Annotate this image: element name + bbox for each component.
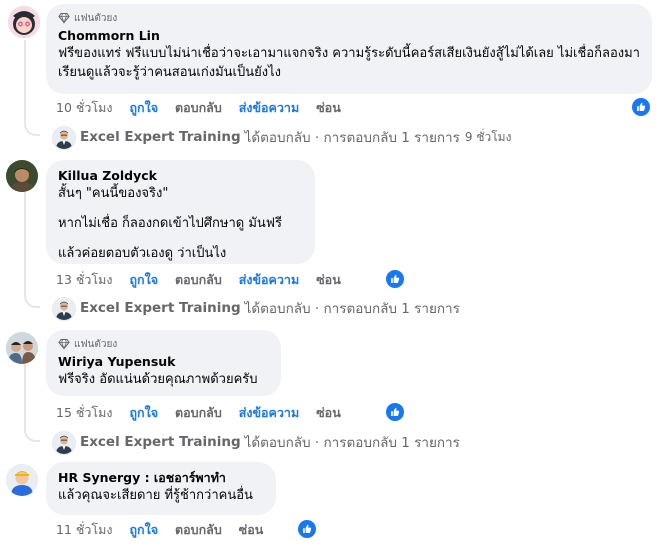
- diamond-icon: [58, 12, 70, 24]
- like-button[interactable]: ถูกใจ: [129, 520, 158, 540]
- comment-actions: 15 ชั่วโมง ถูกใจ ตอบกลับ ส่งข้อความ ซ่อน: [56, 403, 358, 423]
- comment-bubble: แฟนตัวยง Chommorn Lin ฟรีของแทร่ ฟรีแบบไ…: [46, 4, 652, 94]
- badge-label: แฟนตัวยง: [74, 338, 118, 350]
- reply-time: 9 ชั่วโมง: [464, 129, 512, 144]
- comment-author[interactable]: Killua Zoldyck: [58, 167, 303, 184]
- reply-count: ได้ตอบกลับ · การตอบกลับ 1 รายการ: [244, 435, 460, 451]
- view-replies-link[interactable]: Excel Expert Training ได้ตอบกลับ · การตอ…: [80, 431, 460, 453]
- hide-button[interactable]: ซ่อน: [316, 403, 341, 423]
- comment-bubble: Killua Zoldyck สั้นๆ "คนนี้ของจริง" หากไ…: [46, 160, 315, 264]
- thread-curve: [24, 292, 40, 308]
- comment-time[interactable]: 11 ชั่วโมง: [56, 520, 112, 540]
- thread-curve: [24, 426, 40, 442]
- comment-actions: 11 ชั่วโมง ถูกใจ ตอบกลับ ซ่อน: [56, 520, 280, 540]
- page-name: Excel Expert Training: [80, 300, 241, 316]
- comment-author[interactable]: Chommorn Lin: [58, 27, 640, 44]
- comment-paragraph: แล้วค่อยตอบตัวเองดู ว่าเป็นไง: [58, 246, 227, 261]
- reply-button[interactable]: ตอบกลับ: [175, 270, 222, 290]
- comment-text: สั้นๆ "คนนี้ของจริง" หากไม่เชื่อ ก็ลองกด…: [58, 184, 303, 263]
- comment-paragraph: หากไม่เชื่อ ก็ลองกดเข้าไปศึกษาดู มันฟรี: [58, 216, 282, 231]
- top-fan-badge[interactable]: แฟนตัวยง: [58, 337, 269, 351]
- comment-author[interactable]: Wiriya Yupensuk: [58, 353, 269, 370]
- comment-time[interactable]: 10 ชั่วโมง: [56, 98, 112, 118]
- thread-line: [24, 40, 26, 120]
- thread-line: [24, 192, 26, 292]
- like-reaction-icon[interactable]: [386, 270, 404, 288]
- hide-button[interactable]: ซ่อน: [239, 520, 264, 540]
- view-replies-link[interactable]: Excel Expert Training ได้ตอบกลับ · การตอ…: [80, 297, 460, 319]
- comment-time[interactable]: 15 ชั่วโมง: [56, 403, 112, 423]
- reply-count: ได้ตอบกลับ · การตอบกลับ 1 รายการ: [244, 130, 460, 146]
- comment-bubble: HR Synergy : เอชอาร์พาทำ แล้วคุณจะเสียดา…: [46, 462, 276, 515]
- like-reaction-icon[interactable]: [632, 98, 650, 116]
- diamond-icon: [58, 338, 70, 350]
- like-button[interactable]: ถูกใจ: [129, 98, 158, 118]
- page-avatar[interactable]: [52, 431, 76, 455]
- view-replies-link[interactable]: Excel Expert Training ได้ตอบกลับ · การตอ…: [80, 126, 511, 148]
- avatar[interactable]: [6, 332, 38, 364]
- comment-actions: 13 ชั่วโมง ถูกใจ ตอบกลับ ส่งข้อความ ซ่อน: [56, 270, 358, 290]
- hide-button[interactable]: ซ่อน: [316, 270, 341, 290]
- comment-text: แล้วคุณจะเสียดาย ที่รู้ช้ากว่าคนอื่น: [58, 488, 253, 503]
- reply-count: ได้ตอบกลับ · การตอบกลับ 1 รายการ: [244, 301, 460, 317]
- thread-curve: [24, 120, 40, 136]
- thread-line: [24, 364, 26, 426]
- badge-label: แฟนตัวยง: [74, 12, 118, 24]
- like-button[interactable]: ถูกใจ: [129, 270, 158, 290]
- comment-author[interactable]: HR Synergy : เอชอาร์พาทำ: [58, 469, 264, 486]
- comment-text: ฟรีของแทร่ ฟรีแบบไม่น่าเชื่อว่าจะเอามาแจ…: [58, 46, 640, 80]
- avatar[interactable]: [6, 160, 38, 192]
- comment-paragraph: สั้นๆ "คนนี้ของจริง": [58, 186, 169, 201]
- page-avatar[interactable]: [52, 297, 76, 321]
- avatar[interactable]: [6, 464, 38, 496]
- like-reaction-icon[interactable]: [386, 403, 404, 421]
- reply-button[interactable]: ตอบกลับ: [175, 98, 222, 118]
- top-fan-badge[interactable]: แฟนตัวยง: [58, 11, 640, 25]
- page-name: Excel Expert Training: [80, 129, 241, 145]
- comment-text: ฟรีจริง อัดแน่นด้วยคุณภาพด้วยครับ: [58, 372, 258, 387]
- like-reaction-icon[interactable]: [298, 520, 316, 538]
- comment-time[interactable]: 13 ชั่วโมง: [56, 270, 112, 290]
- send-message-button[interactable]: ส่งข้อความ: [239, 98, 299, 118]
- hide-button[interactable]: ซ่อน: [316, 98, 341, 118]
- comment-actions: 10 ชั่วโมง ถูกใจ ตอบกลับ ส่งข้อความ ซ่อน: [56, 98, 358, 118]
- comment-bubble: แฟนตัวยง Wiriya Yupensuk ฟรีจริง อัดแน่น…: [46, 330, 281, 396]
- reply-button[interactable]: ตอบกลับ: [175, 520, 222, 540]
- like-button[interactable]: ถูกใจ: [129, 403, 158, 423]
- page-name: Excel Expert Training: [80, 434, 241, 450]
- send-message-button[interactable]: ส่งข้อความ: [239, 270, 299, 290]
- send-message-button[interactable]: ส่งข้อความ: [239, 403, 299, 423]
- avatar[interactable]: [8, 6, 40, 38]
- reply-button[interactable]: ตอบกลับ: [175, 403, 222, 423]
- page-avatar[interactable]: [52, 126, 76, 150]
